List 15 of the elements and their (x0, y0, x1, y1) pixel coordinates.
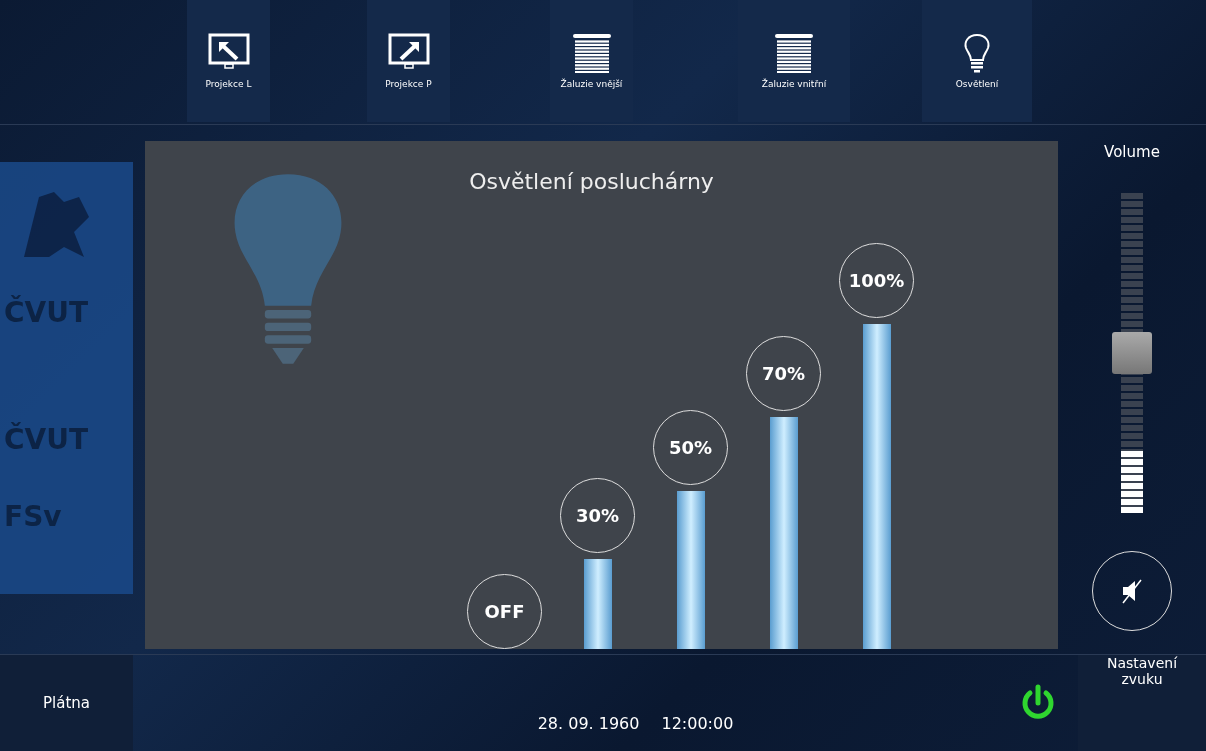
sound-settings-button[interactable]: Nastavení zvuku (1078, 655, 1206, 751)
panel-title: Osvětlení posluchárny (468, 169, 715, 194)
nav-button[interactable]: Projekce P (367, 0, 450, 122)
date-text: 28. 09. 1960 (537, 714, 640, 733)
volume-slider[interactable] (1112, 193, 1152, 513)
logo-text: FSv (4, 500, 62, 533)
nav-button[interactable]: Osvětlení (922, 0, 1032, 122)
nav-button[interactable]: Žaluzie vnější (550, 0, 633, 122)
logo-text: ČVUT (4, 296, 89, 329)
blinds-icon (772, 33, 816, 73)
volume-label: Volume (1104, 143, 1160, 161)
time-text: 12:00:00 (661, 714, 734, 733)
nav-button[interactable]: Projekce L (187, 0, 270, 122)
screens-button[interactable]: Plátna (0, 655, 133, 751)
logo-text: ČVUT (4, 423, 89, 456)
